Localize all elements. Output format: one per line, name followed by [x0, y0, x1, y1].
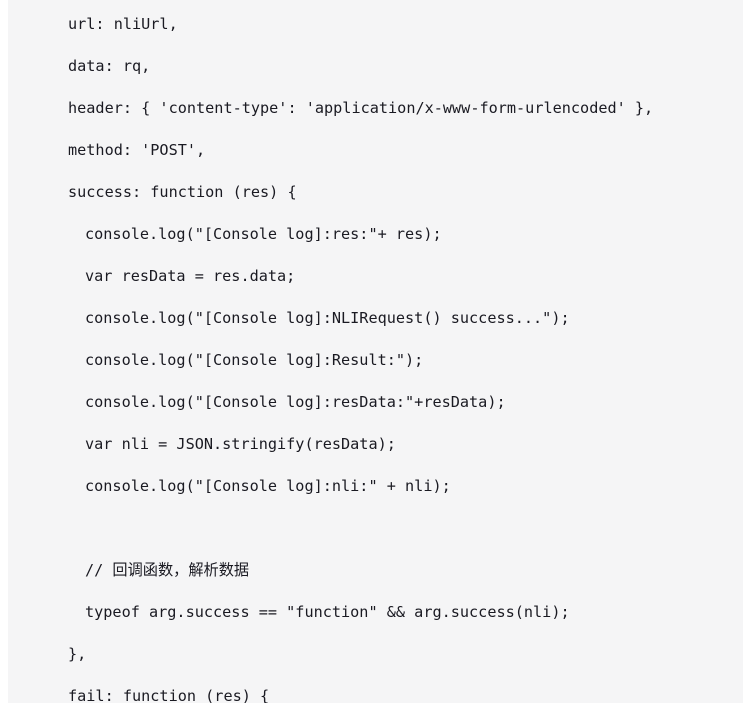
code-line: var resData = res.data;	[85, 267, 296, 285]
code-line: fail: function (res) {	[68, 687, 270, 703]
code-line: header: { 'content-type': 'application/x…	[68, 99, 654, 117]
code-line: var nli = JSON.stringify(resData);	[85, 435, 396, 453]
code-line: data: rq,	[68, 57, 151, 75]
code-line: console.log("[Console log]:NLIRequest() …	[85, 309, 570, 327]
code-line: console.log("[Console log]:Result:");	[85, 351, 424, 369]
code-line: // 回调函数，解析数据	[85, 561, 250, 579]
code-line: console.log("[Console log]:resData:"+res…	[85, 393, 506, 411]
code-line: console.log("[Console log]:res:"+ res);	[85, 225, 442, 243]
code-line: url: nliUrl,	[68, 15, 178, 33]
code-line: typeof arg.success == "function" && arg.…	[85, 603, 570, 621]
code-block: url: nliUrl, data: rq, header: { 'content-…	[8, 0, 743, 703]
code-line: console.log("[Console log]:nli:" + nli);	[85, 477, 451, 495]
code-line: success: function (res) {	[68, 183, 297, 201]
code-line: },	[68, 645, 87, 663]
code-line: method: 'POST',	[68, 141, 206, 159]
